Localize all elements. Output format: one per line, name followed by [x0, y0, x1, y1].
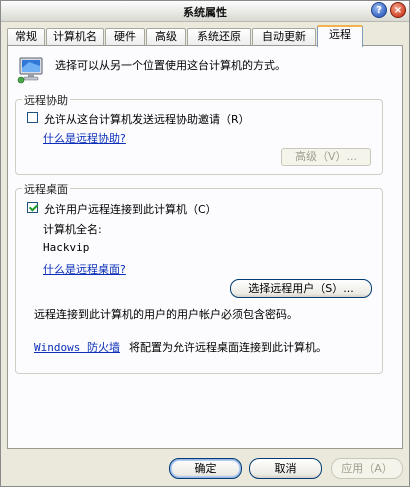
window-title: 系统属性	[183, 6, 227, 19]
remote-desktop-checkbox-label[interactable]: 允许用户远程连接到此计算机（C）	[44, 201, 217, 217]
ok-button[interactable]: 确定	[169, 458, 242, 479]
tab-remote[interactable]: 远程	[317, 25, 363, 47]
tab-advanced[interactable]: 高级	[146, 28, 186, 46]
remote-desktop-checkbox[interactable]	[27, 202, 38, 213]
tab-system-restore[interactable]: 系统还原	[187, 28, 251, 46]
select-remote-users-button[interactable]: 选择远程用户（S）...	[230, 279, 372, 298]
remote-assistance-legend: 远程协助	[22, 92, 70, 108]
intro-text: 选择可以从另一个位置使用这台计算机的方式。	[55, 59, 286, 72]
apply-button[interactable]: 应用（A）	[331, 458, 403, 479]
title-bar[interactable]: 系统属性 ? ×	[1, 1, 409, 22]
computer-network-icon	[17, 57, 43, 84]
tab-automatic-updates[interactable]: 自动更新	[252, 28, 316, 46]
close-icon[interactable]: ×	[390, 2, 406, 18]
remote-assistance-checkbox[interactable]	[27, 112, 38, 123]
remote-assistance-help-link[interactable]: 什么是远程协助?	[43, 130, 126, 146]
remote-assistance-checkbox-label[interactable]: 允许从这台计算机发送远程协助邀请（R）	[44, 111, 250, 127]
computer-full-name-label: 计算机全名:	[43, 223, 102, 236]
tab-computer-name[interactable]: 计算机名	[46, 28, 104, 46]
firewall-note: 将配置为允许远程桌面连接到此计算机。	[129, 341, 327, 354]
tab-hardware[interactable]: 硬件	[105, 28, 145, 46]
tab-general[interactable]: 常规	[7, 28, 45, 46]
help-icon[interactable]: ?	[371, 2, 387, 18]
remote-desktop-help-link[interactable]: 什么是远程桌面?	[43, 261, 126, 277]
password-note: 远程连接到此计算机的用户的用户帐户必须包含密码。	[34, 308, 298, 321]
computer-name-value: Hackvip	[43, 241, 90, 254]
system-properties-dialog: 系统属性 ? × 常规 计算机名 硬件 高级 系统还原 自动更新 远程 选择可以…	[0, 0, 410, 487]
remote-desktop-legend: 远程桌面	[22, 181, 70, 197]
advanced-button[interactable]: 高级（V）...	[281, 148, 371, 166]
cancel-button[interactable]: 取消	[249, 458, 322, 479]
windows-firewall-link[interactable]: Windows 防火墙	[34, 339, 120, 355]
